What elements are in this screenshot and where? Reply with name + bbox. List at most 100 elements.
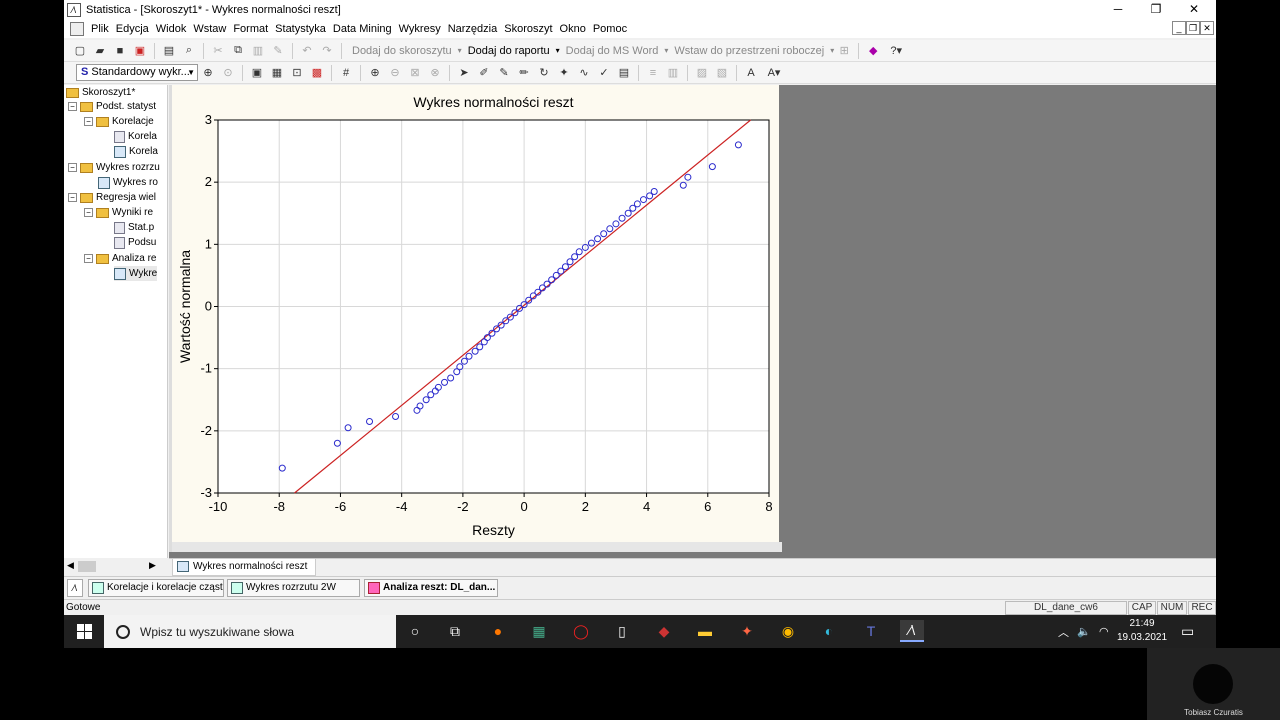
graph-scrollbar[interactable] [172,542,782,552]
task-view-icon[interactable]: ⧉ [443,620,467,642]
save-icon[interactable]: ■ [112,43,128,59]
teams-icon[interactable]: T [859,620,883,642]
scroll-thumb[interactable] [78,561,96,572]
tree-item-basic-stats[interactable]: − Podst. statyst [68,99,156,114]
start-button[interactable] [64,615,104,648]
print-preview-icon[interactable]: ⌕ [181,43,197,59]
edge-icon[interactable]: ◐ [817,620,841,642]
task-scatterplot[interactable]: Wykres rozrzutu 2W [227,579,360,597]
maximize-button[interactable]: ❐ [1137,0,1175,20]
fit-icon[interactable]: ↻ [536,65,552,81]
collapse-icon[interactable]: − [68,102,77,111]
graph-options-icon[interactable]: ▣ [249,65,265,81]
tree-item-normal-plot[interactable]: Wykre [114,266,158,281]
file-icon[interactable]: ▯ [610,620,634,642]
menu-format[interactable]: Format [233,23,268,35]
dropdown-arrow-icon[interactable]: ▾ [556,46,560,55]
menu-data-mining[interactable]: Data Mining [333,23,392,35]
zoom-icon[interactable]: ⊕ [200,65,216,81]
layer-back-icon[interactable]: ▧ [714,65,730,81]
undo-icon[interactable]: ↶ [299,43,315,59]
zoom-in-icon[interactable]: ⊕ [367,65,383,81]
menu-statystyka[interactable]: Statystyka [275,23,326,35]
paste-icon[interactable]: ▥ [250,43,266,59]
menu-narzedzia[interactable]: Narzędzia [448,23,498,35]
add-to-report-button[interactable]: Dodaj do raportu [468,45,550,57]
tree-item-workbook[interactable]: Skoroszyt1* [66,85,135,100]
chrome-icon[interactable]: ◉ [776,620,800,642]
add-to-workbook-button[interactable]: Dodaj do skoroszytu [352,45,452,57]
menu-edycja[interactable]: Edycja [116,23,149,35]
menu-pomoc[interactable]: Pomoc [593,23,627,35]
notification-icon[interactable]: ▭ [1181,615,1194,648]
collapse-icon[interactable]: − [68,193,77,202]
graph-fit-icon[interactable]: ▦ [269,65,285,81]
volume-icon[interactable]: 🔈 [1077,615,1091,648]
tree-item-multiple-regression[interactable]: − Regresja wiel [68,190,156,205]
lock-icon[interactable]: ▤ [616,65,632,81]
task-correlations[interactable]: Korelacje i korelacje cząst... [88,579,224,597]
tree-item-summary-sheet[interactable]: Podsu [114,235,156,250]
file-explorer-icon[interactable]: ▬ [693,620,717,642]
open-icon[interactable]: ▰ [92,43,108,59]
collapse-icon[interactable]: − [68,163,77,172]
tree-horizontal-scrollbar[interactable]: ◀ ▶ [64,558,168,575]
minimize-button[interactable]: ─ [1099,0,1137,20]
tree-item-regression-results[interactable]: − Wyniki re [84,205,153,220]
edit-icon[interactable]: ✎ [496,65,512,81]
zoom-reset-icon[interactable]: ⊙ [220,65,236,81]
arrange-icon[interactable]: ▥ [665,65,681,81]
collapse-icon[interactable]: − [84,117,93,126]
mdi-close-button[interactable]: ✕ [1200,21,1214,35]
app-orange-icon[interactable]: ✦ [735,620,759,642]
add-to-msword-button[interactable]: Dodaj do MS Word [566,45,659,57]
graph-data-icon[interactable]: ▩ [309,65,325,81]
mdi-restore-button[interactable]: ❐ [1186,21,1200,35]
graph-layout-icon[interactable]: ⊡ [289,65,305,81]
mdi-minimize-button[interactable]: _ [1172,21,1186,35]
font-grow-icon[interactable]: A [743,65,759,81]
help-icon[interactable]: ?▾ [885,43,907,59]
workspace-icon[interactable]: ⊞ [836,43,852,59]
tray-chevron-icon[interactable]: ︿ [1058,615,1069,648]
tree-item-correlation-sheet[interactable]: Korela [114,129,157,144]
marker-icon[interactable]: ✦ [556,65,572,81]
collapse-icon[interactable]: − [84,254,93,263]
brush-icon[interactable]: ✐ [476,65,492,81]
zoom-window-icon[interactable]: ⊠ [407,65,423,81]
menu-skoroszyt[interactable]: Skoroszyt [504,23,552,35]
print-icon[interactable]: ▤ [161,43,177,59]
menu-wstaw[interactable]: Wstaw [193,23,226,35]
dropdown-arrow-icon[interactable]: ▾ [664,46,668,55]
task-residual-analysis[interactable]: Analiza reszt: DL_dan... [364,579,498,597]
menu-wykresy[interactable]: Wykresy [399,23,441,35]
tree-item-scatterplot[interactable]: − Wykres rozrzu [68,160,160,175]
grid-icon[interactable]: # [338,65,354,81]
menu-widok[interactable]: Widok [156,23,187,35]
new-icon[interactable]: ▢ [72,43,88,59]
normal-probability-plot[interactable]: -10 -8 -6 -4 -2 0 2 4 6 8-3-2-10123Wykres normaln… [172,85,779,542]
taskbar-clock[interactable]: 21:49 19.03.2021 [1114,617,1170,645]
insert-workspace-button[interactable]: Wstaw do przestrzeni roboczej [674,45,824,57]
zoom-clear-icon[interactable]: ⊗ [427,65,443,81]
app-red-icon[interactable]: ◆ [652,620,676,642]
format-painter-icon[interactable]: ✎ [270,43,286,59]
align-icon[interactable]: ≡ [645,65,661,81]
draw-icon[interactable]: ✏ [516,65,532,81]
cortana-icon[interactable]: ○ [403,620,427,642]
scroll-right-icon[interactable]: ▶ [149,560,156,571]
tree-item-residual-analysis[interactable]: − Analiza re [84,251,156,266]
layer-front-icon[interactable]: ▨ [694,65,710,81]
document-icon[interactable] [70,22,84,36]
firefox-icon[interactable]: ● [486,620,510,642]
tab-normal-plot[interactable]: Wykres normalności reszt [172,559,317,576]
graph-style-select[interactable]: S Standardowy wykr... ▼ [76,64,198,81]
opera-icon[interactable]: ◯ [569,620,593,642]
check-icon[interactable]: ✓ [596,65,612,81]
close-button[interactable]: ✕ [1175,0,1213,20]
copy-icon[interactable]: ⧉ [230,43,246,59]
redo-icon[interactable]: ↷ [319,43,335,59]
extensions-icon[interactable]: ◆ [865,43,881,59]
analysis-menu-icon[interactable]: ⁄\ [67,579,83,597]
menu-plik[interactable]: Plik [91,23,109,35]
